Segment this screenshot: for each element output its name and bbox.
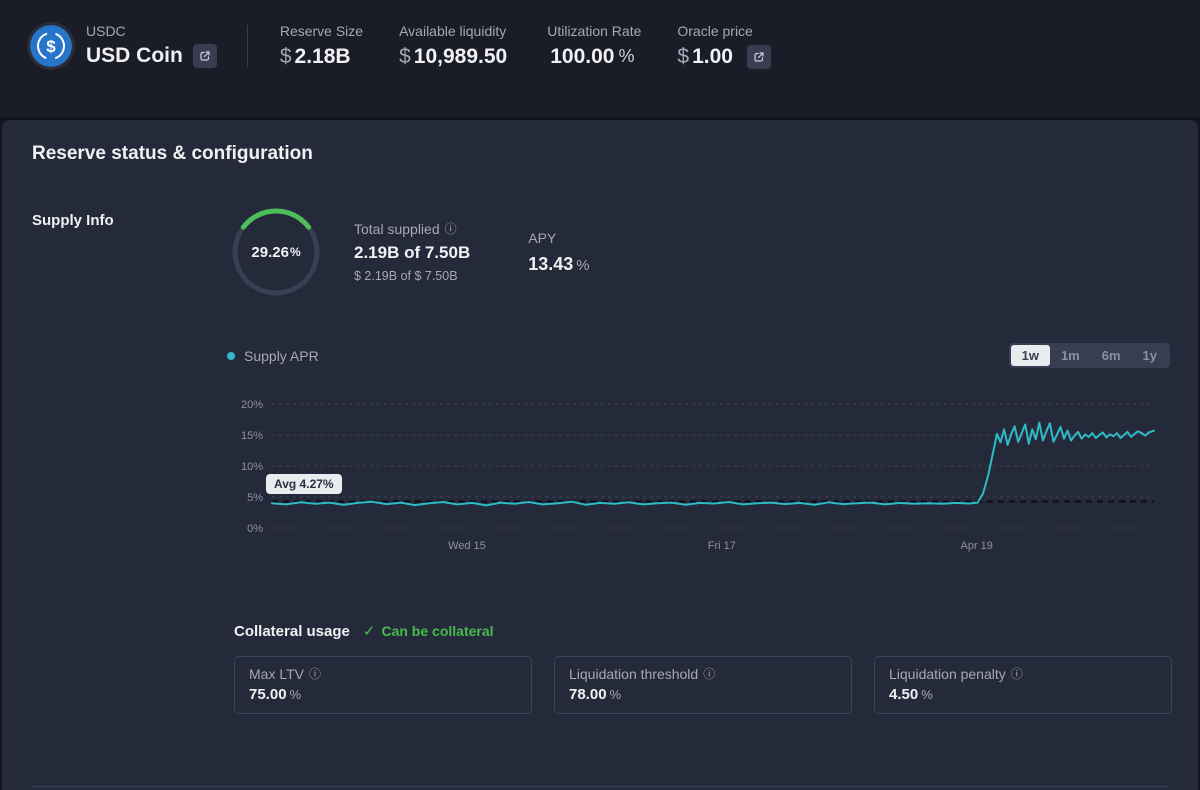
section-label-supply-info: Supply Info xyxy=(32,212,114,229)
liquidation-penalty-box: Liquidation penalty ⓘ 4.50% xyxy=(874,656,1172,714)
collateral-status-label: Can be collateral xyxy=(381,623,494,639)
stat-available-liquidity: Available liquidity $10,989.50 xyxy=(399,22,508,68)
oracle-external-link-button[interactable] xyxy=(746,44,771,69)
header-divider xyxy=(246,24,248,67)
apy-block: APY 13.43% xyxy=(528,230,589,275)
reserve-header: $ USDC USD Coin Reserve Size $2.18B Avai… xyxy=(0,0,1200,117)
info-icon[interactable]: ⓘ xyxy=(309,668,321,680)
collateral-status-badge: ✓ Can be collateral xyxy=(363,622,494,640)
info-icon[interactable]: ⓘ xyxy=(445,223,457,235)
supply-gauge: 29.26% xyxy=(224,200,328,304)
chart-header: Supply APR 1w 1m 6m 1y xyxy=(227,343,1170,368)
external-link-icon xyxy=(200,51,210,61)
range-button-1y[interactable]: 1y xyxy=(1132,345,1168,366)
usdc-logo-icon: $ xyxy=(30,24,72,67)
stat-utilization-rate: Utilization Rate 100.00% xyxy=(547,22,642,68)
info-icon[interactable]: ⓘ xyxy=(703,668,715,680)
supply-apr-chart[interactable]: 0% 5% 10% 15% 20% Wed 15 Fri 17 Apr 19 xyxy=(222,394,1164,559)
check-icon: ✓ xyxy=(362,623,376,640)
section-divider xyxy=(32,786,1168,787)
token-symbol: USDC xyxy=(86,23,126,39)
max-ltv-label: Max LTV xyxy=(249,666,304,682)
svg-text:5%: 5% xyxy=(247,492,263,504)
svg-text:15%: 15% xyxy=(241,430,263,442)
svg-text:10%: 10% xyxy=(241,461,263,473)
avg-badge: Avg 4.27% xyxy=(266,473,342,494)
stat-oracle-price: Oracle price $1.00 xyxy=(677,23,771,69)
liquidation-threshold-label: Liquidation threshold xyxy=(569,666,699,682)
apy-label: APY xyxy=(528,229,557,246)
svg-text:0%: 0% xyxy=(247,523,263,535)
apy-value: 13.43% xyxy=(528,253,590,274)
stat-reserve-size: Reserve Size $2.18B xyxy=(279,22,364,68)
page-title: USD Coin xyxy=(86,44,183,67)
collateral-usage-header: Collateral usage ✓ Can be collateral xyxy=(234,622,494,641)
chart-legend: Supply APR xyxy=(227,348,319,364)
token-external-link-button[interactable] xyxy=(192,44,217,68)
total-supplied-usd: $ 2.19B of $ 7.50B xyxy=(354,269,458,283)
total-supplied-label: Total supplied xyxy=(354,221,440,237)
range-button-6m[interactable]: 6m xyxy=(1091,345,1132,366)
liquidation-threshold-value: 78.00% xyxy=(569,686,622,703)
external-link-icon xyxy=(754,51,764,62)
range-button-1m[interactable]: 1m xyxy=(1050,345,1091,366)
token-block: $ USDC USD Coin xyxy=(30,23,217,68)
liquidation-threshold-box: Liquidation threshold ⓘ 78.00% xyxy=(554,656,852,714)
total-supplied-block: Total supplied ⓘ 2.19B of 7.50B $ 2.19B … xyxy=(354,221,470,283)
supply-info-row: 29.26% Total supplied ⓘ 2.19B of 7.50B $… xyxy=(224,200,590,304)
info-icon[interactable]: ⓘ xyxy=(1011,668,1023,680)
liquidation-penalty-value: 4.50% xyxy=(889,686,933,703)
svg-text:$: $ xyxy=(46,37,56,56)
total-supplied-value: 2.19B of 7.50B xyxy=(354,243,471,262)
legend-dot-icon xyxy=(227,351,235,360)
max-ltv-value: 75.00% xyxy=(249,686,302,703)
svg-text:20%: 20% xyxy=(241,399,263,411)
reserve-panel: Reserve status & configuration Supply In… xyxy=(2,120,1198,790)
svg-text:Apr 19: Apr 19 xyxy=(961,540,993,552)
svg-text:Fri 17: Fri 17 xyxy=(708,540,736,552)
svg-text:Wed 15: Wed 15 xyxy=(448,540,486,552)
max-ltv-box: Max LTV ⓘ 75.00% xyxy=(234,656,532,714)
panel-title: Reserve status & configuration xyxy=(32,143,313,164)
range-button-1w[interactable]: 1w xyxy=(1010,345,1050,366)
supply-apr-chart-area[interactable]: 0% 5% 10% 15% 20% Wed 15 Fri 17 Apr 19 Avg 4.27… xyxy=(222,394,1164,559)
collateral-params: Max LTV ⓘ 75.00% Liquidation threshold ⓘ… xyxy=(234,656,1172,714)
collateral-usage-title: Collateral usage xyxy=(234,622,350,640)
gauge-percent: 29.26% xyxy=(251,243,301,261)
liquidation-penalty-label: Liquidation penalty xyxy=(889,666,1006,682)
time-range-selector: 1w 1m 6m 1y xyxy=(1008,343,1170,368)
header-stats: Reserve Size $2.18B Available liquidity … xyxy=(280,23,771,69)
legend-label: Supply APR xyxy=(244,347,319,364)
